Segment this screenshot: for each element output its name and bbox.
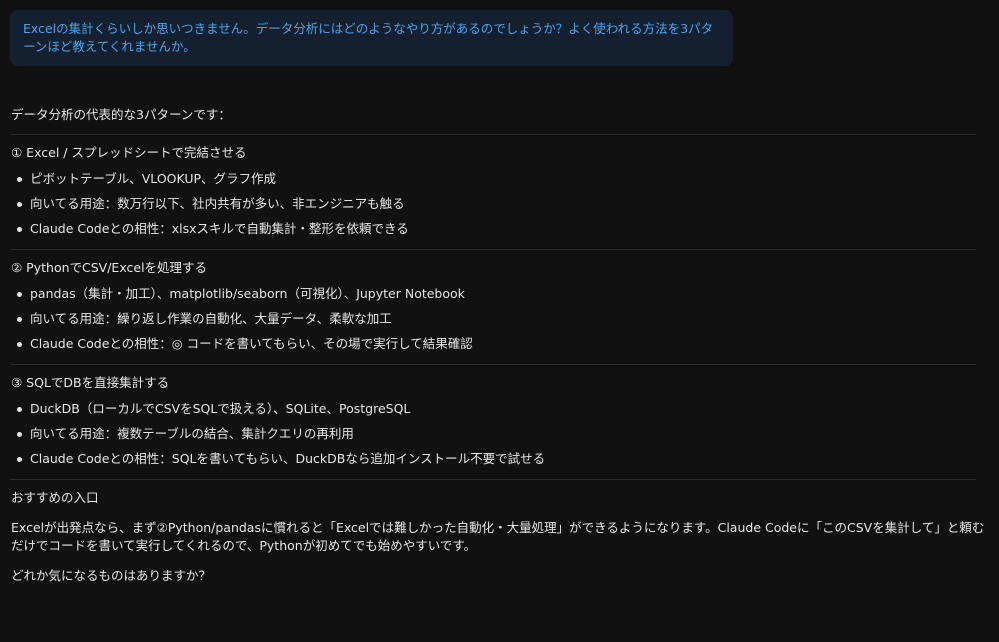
assistant-message: データ分析の代表的な3パターンです： ① Excel / スプレッドシートで完結… [10, 106, 990, 585]
section-heading: ① Excel / スプレッドシートで完結させる [11, 145, 247, 160]
list-item: ピボットテーブル、VLOOKUP、グラフ作成 [10, 170, 990, 188]
bullet-icon [17, 177, 22, 182]
list-item: 向いてる用途：複数テーブルの結合、集計クエリの再利用 [10, 425, 990, 443]
recommendation: おすすめの入口 Excelが出発点なら、まず②Python/pandasに慣れる… [10, 480, 990, 585]
bullet-list: DuckDB（ローカルでCSVをSQLで扱える）、SQLite、PostgreS… [10, 400, 990, 468]
user-message-bubble: Excelの集計くらいしか思いつきません。データ分析にはどのようなやり方があるの… [10, 10, 733, 66]
bullet-list: pandas（集計・加工）、matplotlib/seaborn（可視化）、Ju… [10, 285, 990, 353]
list-item-text: DuckDB（ローカルでCSVをSQLで扱える）、SQLite、PostgreS… [30, 401, 411, 416]
section-heading: ③ SQLでDBを直接集計する [11, 375, 170, 390]
list-item-text: 向いてる用途：数万行以下、社内共有が多い、非エンジニアも触る [30, 196, 405, 211]
list-item-text: 向いてる用途：複数テーブルの結合、集計クエリの再利用 [30, 426, 354, 441]
assistant-intro: データ分析の代表的な3パターンです： [11, 107, 231, 122]
bullet-icon [17, 457, 22, 462]
list-item: 向いてる用途：繰り返し作業の自動化、大量データ、柔軟な加工 [10, 310, 990, 328]
list-item-text: 向いてる用途：繰り返し作業の自動化、大量データ、柔軟な加工 [30, 311, 392, 326]
list-item-text: Claude Codeとの相性：xlsxスキルで自動集計・整形を依頼できる [30, 221, 409, 236]
user-message-text: Excelの集計くらいしか思いつきません。データ分析にはどのようなやり方があるの… [23, 21, 714, 54]
section-heading: ② PythonでCSV/Excelを処理する [11, 260, 208, 275]
bullet-list: ピボットテーブル、VLOOKUP、グラフ作成 向いてる用途：数万行以下、社内共有… [10, 170, 990, 238]
bullet-icon [17, 342, 22, 347]
recommend-body: Excelが出発点なら、まず②Python/pandasに慣れると「Excelで… [11, 520, 985, 553]
list-item: Claude Codeとの相性：xlsxスキルで自動集計・整形を依頼できる [10, 220, 990, 238]
list-item-text: pandas（集計・加工）、matplotlib/seaborn（可視化）、Ju… [30, 286, 465, 301]
list-item-text: Claude Codeとの相性：SQLを書いてもらい、DuckDBなら追加インス… [30, 451, 546, 466]
list-item: DuckDB（ローカルでCSVをSQLで扱える）、SQLite、PostgreS… [10, 400, 990, 418]
follow-up-question: どれか気になるものはありますか？ [11, 568, 212, 583]
bullet-icon [17, 202, 22, 207]
chat-thread: Excelの集計くらいしか思いつきません。データ分析にはどのようなやり方があるの… [10, 10, 990, 597]
bullet-icon [17, 227, 22, 232]
bullet-icon [17, 292, 22, 297]
list-item-text: Claude Codeとの相性：◎ コードを書いてもらい、その場で実行して結果確… [30, 336, 473, 351]
section-excel: ① Excel / スプレッドシートで完結させる ピボットテーブル、VLOOKU… [10, 135, 990, 249]
section-sql: ③ SQLでDBを直接集計する DuckDB（ローカルでCSVをSQLで扱える）… [10, 365, 990, 479]
list-item: pandas（集計・加工）、matplotlib/seaborn（可視化）、Ju… [10, 285, 990, 303]
list-item-text: ピボットテーブル、VLOOKUP、グラフ作成 [30, 171, 277, 186]
list-item: 向いてる用途：数万行以下、社内共有が多い、非エンジニアも触る [10, 195, 990, 213]
section-python: ② PythonでCSV/Excelを処理する pandas（集計・加工）、ma… [10, 250, 990, 364]
bullet-icon [17, 407, 22, 412]
bullet-icon [17, 317, 22, 322]
list-item: Claude Codeとの相性：SQLを書いてもらい、DuckDBなら追加インス… [10, 450, 990, 468]
bullet-icon [17, 432, 22, 437]
list-item: Claude Codeとの相性：◎ コードを書いてもらい、その場で実行して結果確… [10, 335, 990, 353]
recommend-heading: おすすめの入口 [11, 490, 99, 505]
